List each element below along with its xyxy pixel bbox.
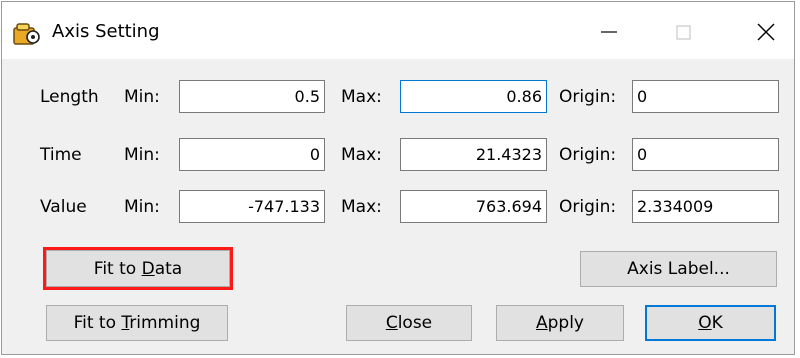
time-max-input[interactable]: 21.4323 (400, 138, 547, 171)
apply-button[interactable]: Apply (496, 305, 624, 341)
close-button[interactable]: Close (346, 305, 472, 341)
length-max-input[interactable]: 0.86 (400, 80, 547, 113)
axis-setting-app-icon (13, 22, 41, 46)
min-label: Min: (124, 197, 160, 217)
origin-label: Origin: (559, 197, 617, 217)
maximize-icon (676, 25, 691, 40)
axis-setting-dialog: Axis Setting Length Min: 0.5 Max: 0.86 O… (1, 1, 795, 355)
time-origin-input[interactable]: 0 (632, 138, 779, 171)
row-label-length: Length (40, 87, 99, 107)
value-origin-input[interactable]: 2.334009 (632, 190, 779, 223)
max-label: Max: (341, 145, 382, 165)
value-min-input[interactable]: -747.133 (179, 190, 325, 223)
min-label: Min: (124, 87, 160, 107)
max-label: Max: (341, 197, 382, 217)
minimize-button[interactable] (587, 14, 631, 50)
fit-to-data-highlight (43, 247, 233, 290)
ok-label: OK (698, 313, 723, 333)
time-min-input[interactable]: 0 (179, 138, 325, 171)
close-window-button[interactable] (744, 14, 788, 50)
close-label: Close (385, 313, 433, 333)
minimize-icon (601, 31, 617, 33)
value-max-input[interactable]: 763.694 (400, 190, 547, 223)
origin-label: Origin: (559, 145, 617, 165)
ok-button[interactable]: OK (645, 305, 776, 341)
maximize-button (661, 14, 705, 50)
origin-label: Origin: (559, 87, 617, 107)
apply-label: Apply (535, 313, 584, 333)
row-label-time: Time (40, 145, 82, 165)
length-origin-input[interactable]: 0 (632, 80, 779, 113)
fit-to-trimming-label: Fit to Trimming (73, 313, 201, 333)
max-label: Max: (341, 87, 382, 107)
window-title: Axis Setting (52, 21, 160, 42)
fit-to-trimming-button[interactable]: Fit to Trimming (46, 305, 228, 341)
close-icon (757, 23, 775, 41)
length-min-input[interactable]: 0.5 (179, 80, 325, 113)
title-bar[interactable]: Axis Setting (2, 2, 794, 59)
min-label: Min: (124, 145, 160, 165)
axis-label-button[interactable]: Axis Label... (580, 251, 777, 287)
row-label-value: Value (40, 197, 87, 217)
